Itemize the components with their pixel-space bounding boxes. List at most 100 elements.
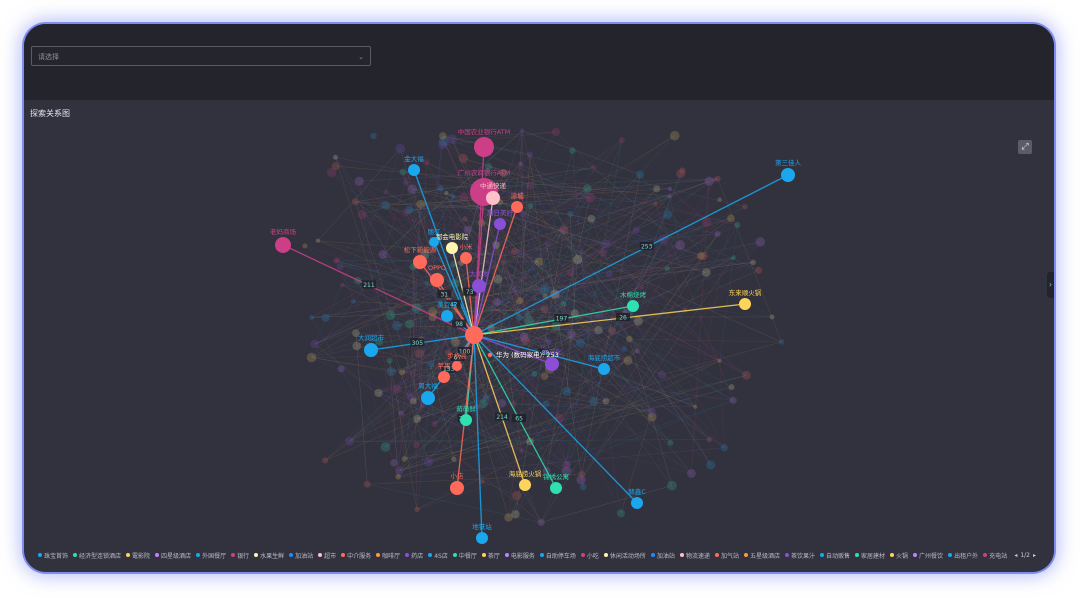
legend-label: 出租户外 xyxy=(954,552,979,560)
legend-label: 加气站 xyxy=(720,552,739,560)
legend-item[interactable]: 药店 xyxy=(405,551,423,560)
legend-dot-icon xyxy=(318,553,323,557)
legend-label: 茶饮果汁 xyxy=(790,552,815,560)
graph-node-label: 小店 xyxy=(451,471,465,480)
graph-node-label: 广州农商银行ATM xyxy=(458,168,511,177)
graph-panel: 2531972621130521410013388652333142739867… xyxy=(24,100,1054,572)
edge-label: 253 xyxy=(641,244,653,251)
graph-node xyxy=(519,479,531,491)
filter-bar: 请选择 ⌄ xyxy=(24,24,1054,100)
graph-node-label: 美宜佳 xyxy=(437,300,457,309)
legend-item[interactable]: 广州餐饮 xyxy=(913,551,943,560)
legend-label: 广州餐饮 xyxy=(919,552,944,560)
focus-tooltip: 华为 (数码家电): 253 xyxy=(496,350,559,359)
graph-node-label: 渝城 xyxy=(511,191,525,200)
graph-node-label: 老妈商场 xyxy=(270,227,297,236)
legend-label: 4S店 xyxy=(434,552,448,560)
legend-item[interactable]: 充电站 xyxy=(983,551,1007,560)
graph-node xyxy=(460,414,472,426)
legend-label: 咖啡厅 xyxy=(382,552,401,560)
category-select[interactable]: 请选择 ⌄ xyxy=(31,46,371,66)
graph-node xyxy=(421,391,435,405)
legend-dot-icon xyxy=(504,553,509,557)
legend-item[interactable]: 小吃 xyxy=(580,551,599,560)
legend-item[interactable]: 茶饮果汁 xyxy=(784,551,815,560)
legend-label: 自助停车场 xyxy=(545,552,576,560)
legend-item[interactable]: 加气站 xyxy=(714,551,739,560)
legend-item[interactable]: 茶厅 xyxy=(481,551,500,560)
graph-node xyxy=(486,191,500,205)
legend-item[interactable]: 电影服务 xyxy=(504,551,535,560)
legend-dot-icon xyxy=(376,553,381,557)
graph-node xyxy=(494,218,506,230)
legend-item[interactable]: 4S店 xyxy=(428,551,448,560)
graph-node xyxy=(441,310,453,322)
legend-item[interactable]: 中介服务 xyxy=(341,551,371,560)
graph-node-label: 地铁站 xyxy=(472,522,492,531)
fullscreen-icon[interactable]: ⤢ xyxy=(1018,140,1032,154)
legend-item[interactable]: 物流速递 xyxy=(679,551,710,560)
legend-item[interactable]: 休闲活动场所 xyxy=(603,551,646,560)
graph-node xyxy=(627,300,639,312)
graph-node-label: 东来顺火锅 xyxy=(729,288,762,297)
legend-item[interactable]: 银行 xyxy=(231,551,249,560)
legend-item[interactable]: 中餐厅 xyxy=(452,551,477,560)
legend-dot-icon xyxy=(126,553,131,557)
legend-item[interactable]: 咖啡厅 xyxy=(376,551,400,560)
graph-node-label: 锦绣公寓 xyxy=(543,472,569,481)
legend-item[interactable]: 经济型连锁酒店 xyxy=(73,551,121,560)
graph-legend: 珠宝首饰 经济型连锁酒店 電影院 四星级酒店 外国餐厅 银行 水果生鲜 加油站 超市 中介服务 咖啡… xyxy=(38,549,1036,561)
legend-dot-icon xyxy=(231,553,236,557)
legend-label: 超市 xyxy=(324,552,337,560)
graph-node-label: 木棉烧烤 xyxy=(620,290,647,299)
legend-dot-icon xyxy=(855,553,860,557)
legend-label: 茶厅 xyxy=(487,552,500,560)
legend-label: 充电站 xyxy=(989,552,1008,560)
legend-label: 加油站 xyxy=(656,552,675,560)
legend-item[interactable]: 家居建材 xyxy=(855,551,885,560)
legend-item[interactable]: 火锅 xyxy=(890,551,908,560)
panel-title: 探索关系图 xyxy=(30,109,70,118)
legend-item[interactable]: 外国餐厅 xyxy=(196,551,226,560)
legend-item[interactable]: 自动贩售 xyxy=(820,551,850,560)
legend-item[interactable]: 出租户外 xyxy=(948,551,978,560)
legend-item[interactable]: 加油站 xyxy=(650,551,675,560)
legend-label: 电影服务 xyxy=(510,552,535,560)
graph-node-label: 小米 xyxy=(460,242,474,251)
graph-node-label: 苹果 xyxy=(438,361,452,370)
graph-node-label: 赫鑫C xyxy=(628,487,646,496)
graph-node-label: 海底捞火锅 xyxy=(509,469,542,478)
graph-node xyxy=(450,481,464,495)
legend-item[interactable]: 自助停车场 xyxy=(539,551,576,560)
chevron-down-icon: ⌄ xyxy=(358,53,364,61)
legend-prev-button[interactable]: ◂ xyxy=(1014,552,1017,559)
legend-item[interactable]: 加油站 xyxy=(289,551,313,560)
legend-dot-icon xyxy=(650,553,655,557)
legend-dot-icon xyxy=(603,553,608,557)
legend-item[interactable]: 水果生鲜 xyxy=(254,551,284,560)
legend-item[interactable]: 超市 xyxy=(318,551,336,560)
legend-item[interactable]: 四星级酒店 xyxy=(155,551,191,560)
legend-label: 经济型连锁酒店 xyxy=(79,552,122,560)
relationship-graph[interactable]: 2531972621130521410013388652333142739867… xyxy=(24,100,1054,572)
legend-label: 物流速递 xyxy=(685,552,710,560)
legend-item[interactable]: 五星级酒店 xyxy=(743,551,780,560)
legend-item[interactable]: 電影院 xyxy=(126,551,150,560)
screenshot-stage: 请选择 ⌄ 2531972621130521410013388652333142… xyxy=(0,0,1080,598)
legend-label: 中介服务 xyxy=(347,552,372,560)
graph-node xyxy=(430,273,444,287)
graph-node xyxy=(781,168,795,182)
legend-dot-icon xyxy=(289,553,294,557)
graph-node-label: 丽江 xyxy=(428,228,442,236)
legend-dot-icon xyxy=(948,553,953,557)
legend-next-button[interactable]: ▸ xyxy=(1033,552,1036,559)
edge-label: 197 xyxy=(556,316,568,323)
legend-item[interactable]: 珠宝首饰 xyxy=(38,551,68,560)
graph-node xyxy=(460,252,472,264)
chevron-right-icon[interactable]: › xyxy=(1047,272,1054,298)
graph-node-label: 金大福 xyxy=(404,154,424,163)
legend-dot-icon xyxy=(38,553,42,557)
app-window: 请选择 ⌄ 2531972621130521410013388652333142… xyxy=(24,24,1054,572)
edge-label: 65 xyxy=(515,416,523,423)
graph-node xyxy=(472,279,486,293)
